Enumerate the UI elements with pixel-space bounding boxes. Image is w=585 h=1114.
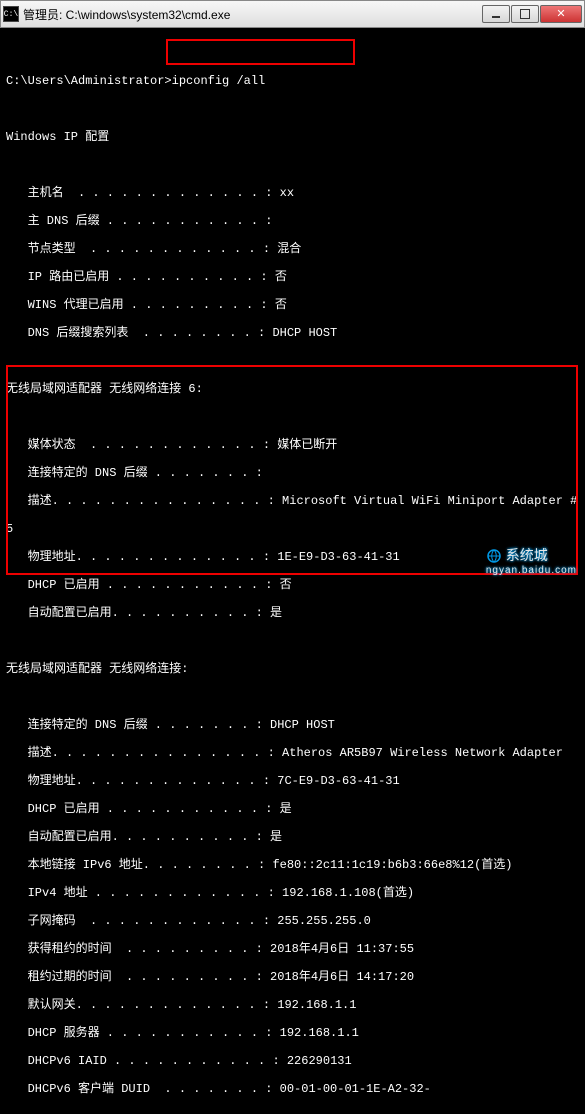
adapter6-auto-value: 是 [270, 606, 282, 620]
wins-proxy-value: 否 [275, 298, 287, 312]
primary-dns-suffix-label: 主 DNS 后缀 . . . . . . . . . . . : [6, 214, 280, 228]
window-buttons [481, 5, 582, 23]
adapter6-dhcp-value: 否 [280, 578, 292, 592]
close-button[interactable] [540, 5, 582, 23]
minimize-button[interactable] [482, 5, 510, 23]
wlan-auto-label: 自动配置已启用. . . . . . . . . . : [6, 830, 270, 844]
wlan-duid-value: 00-01-00-01-1E-A2-32- [280, 1082, 431, 1096]
wlan-phys-value: 7C-E9-D3-63-41-31 [277, 774, 399, 788]
wlan-dhcp-value: 是 [280, 802, 292, 816]
node-type-label: 节点类型 . . . . . . . . . . . . : [6, 242, 277, 256]
ip-config-header: Windows IP 配置 [6, 130, 579, 144]
wlan-gateway-value: 192.168.1.1 [277, 998, 356, 1012]
highlight-command-box [166, 39, 355, 65]
wlan-lease-obtained-value: 2018年4月6日 11:37:55 [270, 942, 414, 956]
highlight-wlan-box [6, 365, 578, 575]
wlan-dns-suffix-label: 连接特定的 DNS 后缀 . . . . . . . : [6, 718, 270, 732]
wlan-dhcp-label: DHCP 已启用 . . . . . . . . . . . : [6, 802, 280, 816]
wlan-desc-label: 描述. . . . . . . . . . . . . . . : [6, 746, 282, 760]
wlan-mask-label: 子网掩码 . . . . . . . . . . . . : [6, 914, 277, 928]
wlan-desc-value: Atheros AR5B97 Wireless Network Adapter [282, 746, 563, 760]
wlan-dhcp-server-label: DHCP 服务器 . . . . . . . . . . . : [6, 1026, 280, 1040]
watermark-brand: 系统城 [506, 547, 548, 563]
maximize-button[interactable] [511, 5, 539, 23]
wlan-lease-obtained-label: 获得租约的时间 . . . . . . . . . : [6, 942, 270, 956]
wlan-duid-label: DHCPv6 客户端 DUID . . . . . . . : [6, 1082, 280, 1096]
dns-search-list-label: DNS 后缀搜索列表 . . . . . . . . : [6, 326, 272, 340]
wlan-gateway-label: 默认网关. . . . . . . . . . . . . : [6, 998, 277, 1012]
dns-search-list-value: DHCP HOST [272, 326, 337, 340]
watermark-url: ngyan.baidu.com [486, 565, 577, 576]
wins-proxy-label: WINS 代理已启用 . . . . . . . . . : [6, 298, 275, 312]
wlan-lease-expires-value: 2018年4月6日 14:17:20 [270, 970, 414, 984]
titlebar: C:\ 管理员: C:\windows\system32\cmd.exe [0, 0, 585, 28]
wlan-mask-value: 255.255.255.0 [277, 914, 371, 928]
wlan-iaid-value: 226290131 [287, 1054, 352, 1068]
wlan-lease-expires-label: 租约过期的时间 . . . . . . . . . : [6, 970, 270, 984]
wlan-ipv4-label: IPv4 地址 . . . . . . . . . . . . : [6, 886, 282, 900]
adapter6-dhcp-label: DHCP 已启用 . . . . . . . . . . . : [6, 578, 280, 592]
wlan-ipv6-label: 本地链接 IPv6 地址. . . . . . . . : [6, 858, 272, 872]
window-title: 管理员: C:\windows\system32\cmd.exe [23, 6, 481, 23]
ip-routing-label: IP 路由已启用 . . . . . . . . . . : [6, 270, 275, 284]
hostname-value: xx [280, 186, 294, 200]
wlan-dhcp-server-value: 192.168.1.1 [280, 1026, 359, 1040]
wlan-phys-label: 物理地址. . . . . . . . . . . . . : [6, 774, 277, 788]
ip-routing-value: 否 [275, 270, 287, 284]
hostname-label: 主机名 . . . . . . . . . . . . . : [6, 186, 280, 200]
wlan-dns-suffix-value: DHCP HOST [270, 718, 335, 732]
wlan-ipv6-value: fe80::2c11:1c19:b6b3:66e8%12(首选) [272, 858, 512, 872]
wlan-iaid-label: DHCPv6 IAID . . . . . . . . . . . : [6, 1054, 287, 1068]
cmd-icon: C:\ [3, 6, 19, 22]
prompt-path: C:\Users\Administrator> [6, 74, 172, 88]
adapter6-auto-label: 自动配置已启用. . . . . . . . . . : [6, 606, 270, 620]
node-type-value: 混合 [277, 242, 301, 256]
prompt-command: ipconfig /all [172, 74, 266, 88]
watermark: 系统城 ngyan.baidu.com [486, 545, 577, 576]
wlan-auto-value: 是 [270, 830, 282, 844]
globe-icon [486, 548, 502, 564]
adapter-wlan-title: 无线局域网适配器 无线网络连接: [6, 662, 579, 676]
wlan-ipv4-value: 192.168.1.108(首选) [282, 886, 414, 900]
